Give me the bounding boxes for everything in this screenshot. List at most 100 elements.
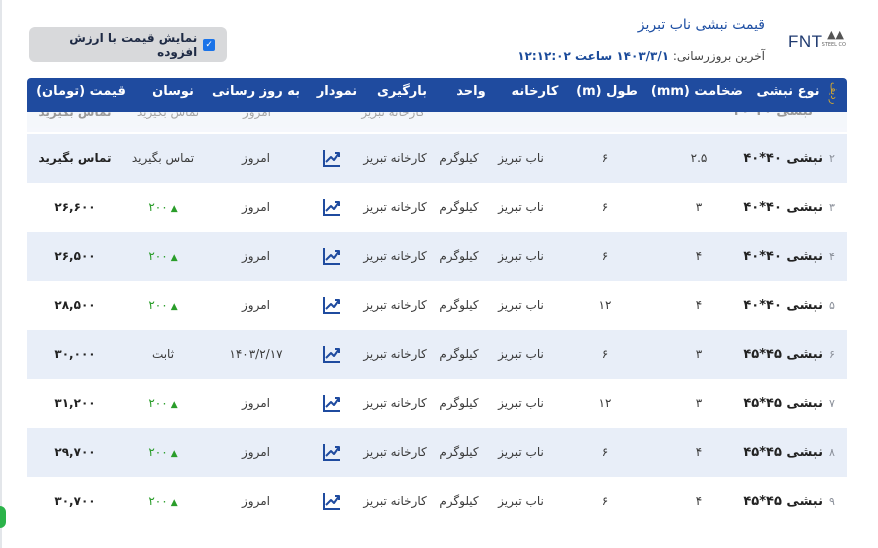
cell-updated: امروز xyxy=(242,200,270,214)
cell-index: ۲ xyxy=(829,152,835,165)
col-loading-header[interactable]: بارگیری xyxy=(367,78,437,112)
cell-price: تماس بگیرید xyxy=(38,112,112,119)
cell-thickness: ۴ xyxy=(695,445,703,459)
table-row[interactable]: ۴ نبشی ۴۰*۴۰ ۴ ۶ ناب تبریز کیلوگرم کارخانه تبر… xyxy=(27,232,847,281)
cell-fluctuation: تماس بگیرید xyxy=(131,151,195,165)
page-edge xyxy=(0,0,2,548)
cell-index: ۹ xyxy=(829,495,835,508)
cell-loading: کارخانه تبریز xyxy=(361,112,425,119)
fluctuation-value: ۲۰۰ xyxy=(148,249,168,263)
col-length-header[interactable]: طول (m) xyxy=(572,78,642,112)
cell-type: نبشی ۴۰*۴۰ xyxy=(743,200,823,215)
table-row[interactable]: ۸ نبشی ۴۵*۴۵ ۴ ۶ ناب تبریز کیلوگرم کارخانه تبر… xyxy=(27,428,847,477)
col-type-header[interactable]: نوع نبشی xyxy=(753,78,823,112)
cell-unit: کیلوگرم xyxy=(439,151,479,165)
cell-factory: ناب تبریز xyxy=(498,151,544,165)
page-title: قیمت نبشی ناب تبریز xyxy=(637,17,765,33)
up-triangle-icon: ▲ xyxy=(170,498,178,508)
col-price-header[interactable]: قیمت (تومان) xyxy=(31,78,131,112)
cell-thickness: ۳ xyxy=(695,200,703,214)
cell-type: نبشی ۴۰*۴۰ xyxy=(743,249,823,264)
vat-checkbox[interactable]: ✓ xyxy=(203,38,215,51)
cell-type: نبشی ۴۵*۴۵ xyxy=(743,494,823,509)
cell-updated: امروز xyxy=(242,151,270,165)
cell-price: ۲۶,۵۰۰ xyxy=(54,249,96,263)
cell-factory: ناب تبریز xyxy=(498,249,544,263)
cell-fluctuation: ▲۲۰۰ xyxy=(123,428,203,477)
vat-price-toggle[interactable]: ✓ نمایش قیمت با ارزش افزوده xyxy=(29,27,227,62)
col-updated-header[interactable]: به روز رسانی xyxy=(211,78,301,112)
cell-price: ۳۰,۷۰۰ xyxy=(54,494,96,508)
cell-type: نبشی ۴۰*۴۰ xyxy=(743,151,823,166)
cell-index: ۷ xyxy=(829,397,835,410)
trend-chart-icon[interactable] xyxy=(322,246,342,266)
cell-loading: کارخانه تبریز xyxy=(363,347,427,361)
cell-type: نبشی ۴۰*۴۰ xyxy=(743,298,823,313)
trend-chart-icon[interactable] xyxy=(322,491,342,511)
cell-fluctuation: ▲۲۰۰ xyxy=(123,183,203,232)
cell-thickness: ۴ xyxy=(695,494,703,508)
cell-length: ۶ xyxy=(601,347,609,361)
cell-factory: ناب تبریز xyxy=(498,200,544,214)
cell-index: ۶ xyxy=(829,348,835,361)
up-triangle-icon: ▲ xyxy=(170,204,178,214)
cell-factory: ناب تبریز xyxy=(498,298,544,312)
cell-fluctuation: ثابت xyxy=(151,347,175,361)
col-index-header[interactable]: ردیف xyxy=(827,82,839,104)
logo-mark-icon: ▲▲ xyxy=(827,28,844,41)
company-logo[interactable]: FNT ▲▲ STEEL CO xyxy=(788,28,846,52)
page-header: FNT ▲▲ STEEL CO قیمت نبشی ناب تبریز آخری… xyxy=(0,0,878,78)
cell-unit: کیلوگرم xyxy=(439,249,479,263)
trend-chart-icon[interactable] xyxy=(322,344,342,364)
scroll-handle[interactable] xyxy=(0,506,6,528)
trend-chart-icon[interactable] xyxy=(322,148,342,168)
cell-fluctuation: ▲۲۰۰ xyxy=(123,281,203,330)
logo-subtext: STEEL CO xyxy=(821,42,846,48)
col-fluctuation-header[interactable]: نوسان xyxy=(143,78,203,112)
cell-loading: کارخانه تبریز xyxy=(363,151,427,165)
cell-fluctuation: ▲۲۰۰ xyxy=(123,379,203,428)
up-triangle-icon: ▲ xyxy=(170,302,178,312)
cell-factory: ناب تبریز xyxy=(498,494,544,508)
cell-length: ۶ xyxy=(601,200,609,214)
col-chart-header[interactable]: نمودار xyxy=(307,78,367,112)
cell-unit: کیلوگرم xyxy=(439,494,479,508)
table-row[interactable]: ۶ نبشی ۴۵*۴۵ ۳ ۶ ناب تبریز کیلوگرم کارخانه تبر… xyxy=(27,330,847,379)
table-row-partial: نبشی ۴۰*۴۰ کارخانه تبریز امروز تماس بگیر… xyxy=(27,112,847,132)
table-row[interactable]: ۵ نبشی ۴۰*۴۰ ۴ ۱۲ ناب تبریز کیلوگرم کارخانه تب… xyxy=(27,281,847,330)
trend-chart-icon[interactable] xyxy=(322,393,342,413)
cell-updated: امروز xyxy=(242,249,270,263)
up-triangle-icon: ▲ xyxy=(170,253,178,263)
col-unit-header[interactable]: واحد xyxy=(441,78,501,112)
fluctuation-value: ۲۰۰ xyxy=(148,200,168,214)
cell-loading: کارخانه تبریز xyxy=(363,249,427,263)
cell-thickness: ۲.۵ xyxy=(690,151,708,165)
cell-index: ۸ xyxy=(829,446,835,459)
cell-fluctuation: ▲۲۰۰ xyxy=(123,232,203,281)
cell-thickness: ۳ xyxy=(695,347,703,361)
table-row[interactable]: ۷ نبشی ۴۵*۴۵ ۳ ۱۲ ناب تبریز کیلوگرم کارخانه تب… xyxy=(27,379,847,428)
cell-factory: ناب تبریز xyxy=(498,396,544,410)
cell-updated: امروز xyxy=(242,396,270,410)
up-triangle-icon: ▲ xyxy=(170,400,178,410)
cell-price: ۲۶,۶۰۰ xyxy=(54,200,96,214)
table-row[interactable]: ۹ نبشی ۴۵*۴۵ ۴ ۶ ناب تبریز کیلوگرم کارخانه تبر… xyxy=(27,477,847,526)
cell-loading: کارخانه تبریز xyxy=(363,494,427,508)
cell-fluctuation: ▲۲۰۰ xyxy=(123,477,203,526)
trend-chart-icon[interactable] xyxy=(322,295,342,315)
cell-fluctuation: تماس بگیرید xyxy=(136,112,200,119)
trend-chart-icon[interactable] xyxy=(322,197,342,217)
table-row[interactable]: ۲ نبشی ۴۰*۴۰ ۲.۵ ۶ ناب تبریز کیلوگرم کارخانه ت… xyxy=(27,134,847,183)
table-row[interactable]: ۳ نبشی ۴۰*۴۰ ۳ ۶ ناب تبریز کیلوگرم کارخانه تبر… xyxy=(27,183,847,232)
cell-price: ۳۱,۲۰۰ xyxy=(54,396,96,410)
cell-type: نبشی ۴۵*۴۵ xyxy=(743,445,823,460)
cell-updated: امروز xyxy=(242,298,270,312)
trend-chart-icon[interactable] xyxy=(322,442,342,462)
cell-updated: ۱۴۰۳/۲/۱۷ xyxy=(229,347,283,361)
cell-index: ۴ xyxy=(829,250,835,263)
col-factory-header[interactable]: کارخانه xyxy=(505,78,565,112)
col-thickness-header[interactable]: ضخامت (mm) xyxy=(651,78,743,112)
price-table: ردیف نوع نبشی ضخامت (mm) طول (m) کارخانه… xyxy=(27,78,847,548)
cell-updated: امروز xyxy=(242,445,270,459)
fluctuation-value: ۲۰۰ xyxy=(148,396,168,410)
